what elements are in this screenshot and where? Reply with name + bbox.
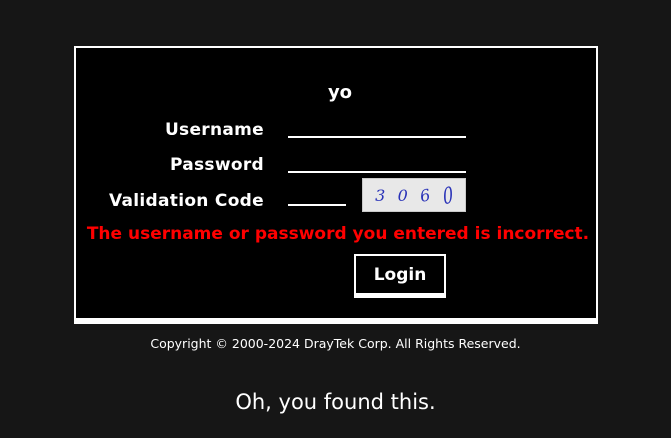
password-input[interactable]: [288, 151, 466, 173]
login-button[interactable]: Login: [354, 254, 446, 298]
page: yo Username Password Validation Code 3 0…: [0, 0, 671, 438]
captcha-char: 3: [375, 185, 386, 205]
easter-egg-text: Oh, you found this.: [235, 390, 436, 414]
validation-code-input[interactable]: [288, 186, 346, 206]
error-message: The username or password you entered is …: [86, 224, 590, 244]
captcha-image: 3 0 6 0: [362, 178, 466, 212]
username-label: Username: [164, 120, 264, 140]
captcha-char: 0: [397, 185, 408, 205]
validation-code-label: Validation Code: [108, 191, 264, 211]
panel-title: yo: [327, 82, 353, 103]
copyright-text: Copyright © 2000-2024 DrayTek Corp. All …: [150, 336, 521, 351]
login-panel: yo Username Password Validation Code 3 0…: [74, 46, 598, 324]
password-label: Password: [169, 155, 264, 175]
username-input[interactable]: [288, 116, 466, 138]
captcha-char: 0: [441, 180, 455, 210]
captcha-char: 6: [418, 184, 433, 206]
